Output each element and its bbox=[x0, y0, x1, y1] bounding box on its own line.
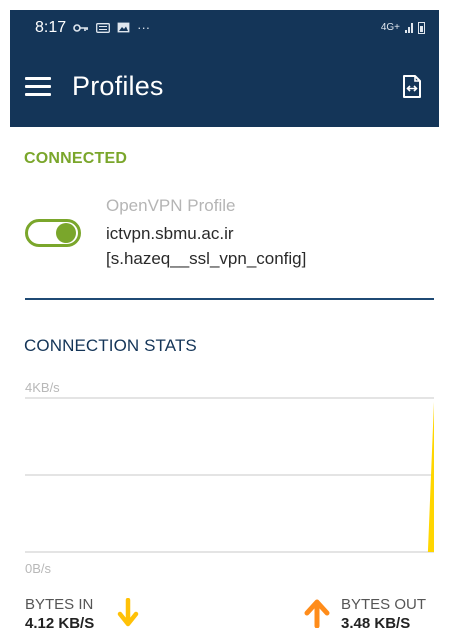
toggle-knob bbox=[56, 223, 76, 243]
bytes-in-value: 4.12 KB/S bbox=[25, 615, 95, 630]
profile-host[interactable]: ictvpn.sbmu.ac.ir bbox=[106, 224, 234, 244]
status-bar-right: 4G+ bbox=[380, 21, 425, 34]
vpn-key-icon bbox=[73, 23, 89, 33]
page-title: Profiles bbox=[72, 71, 164, 101]
arrow-down-icon bbox=[117, 598, 139, 627]
more-icon: ··· bbox=[137, 20, 151, 35]
chart-y-min-label: 0B/s bbox=[25, 561, 52, 576]
keyboard-icon bbox=[96, 22, 111, 33]
status-time: 8:17 bbox=[35, 18, 67, 36]
status-bar-left: 8:17 ··· bbox=[35, 19, 150, 37]
connection-stats-heading: CONNECTION STATS bbox=[24, 336, 197, 355]
connection-toggle[interactable] bbox=[25, 219, 81, 247]
app-bar: Profiles bbox=[10, 45, 439, 127]
status-bar: 8:17 ··· 4G+ bbox=[10, 10, 439, 45]
network-type: 4G+ bbox=[380, 22, 400, 33]
connection-status-label: CONNECTED bbox=[24, 150, 128, 167]
signal-icon bbox=[405, 22, 413, 33]
import-file-icon[interactable] bbox=[401, 74, 423, 99]
bytes-in-label: BYTES IN bbox=[25, 596, 94, 613]
bytes-out-value: 3.48 KB/S bbox=[341, 615, 411, 630]
divider bbox=[25, 298, 434, 300]
arrow-up-icon bbox=[304, 599, 330, 628]
bytes-out-label: BYTES OUT bbox=[341, 596, 427, 613]
chart-series-area bbox=[25, 401, 434, 552]
chart-y-max-label: 4KB/s bbox=[25, 380, 60, 395]
image-icon bbox=[117, 22, 130, 33]
battery-icon bbox=[418, 21, 425, 34]
hamburger-menu-icon[interactable] bbox=[25, 77, 51, 96]
profile-config[interactable]: [s.hazeq__ssl_vpn_config] bbox=[106, 249, 306, 269]
connection-stats-chart bbox=[25, 397, 434, 553]
profile-type[interactable]: OpenVPN Profile bbox=[106, 196, 235, 216]
